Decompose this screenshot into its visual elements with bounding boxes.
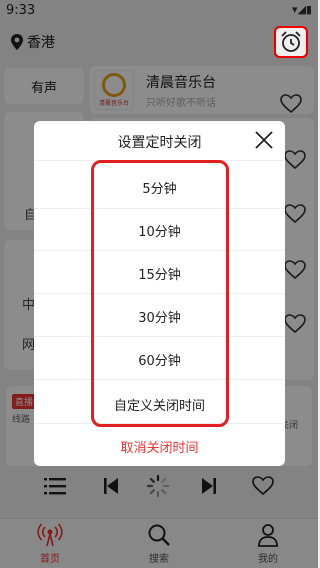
dialog-title: 设置定时关闭 bbox=[117, 135, 202, 151]
dialog-header: 设置定时关闭 bbox=[34, 121, 285, 161]
cancel-timer-button[interactable]: 取消关闭时间 bbox=[34, 437, 285, 456]
sleep-timer-button-highlight[interactable] bbox=[274, 26, 308, 58]
options-highlight-frame bbox=[91, 160, 229, 427]
close-icon[interactable] bbox=[253, 129, 275, 151]
sleep-timer-dialog: 设置定时关闭 5分钟 10分钟 15分钟 30分钟 60分钟 自定义关闭时间 取… bbox=[34, 121, 285, 466]
alarm-clock-icon bbox=[281, 31, 301, 52]
